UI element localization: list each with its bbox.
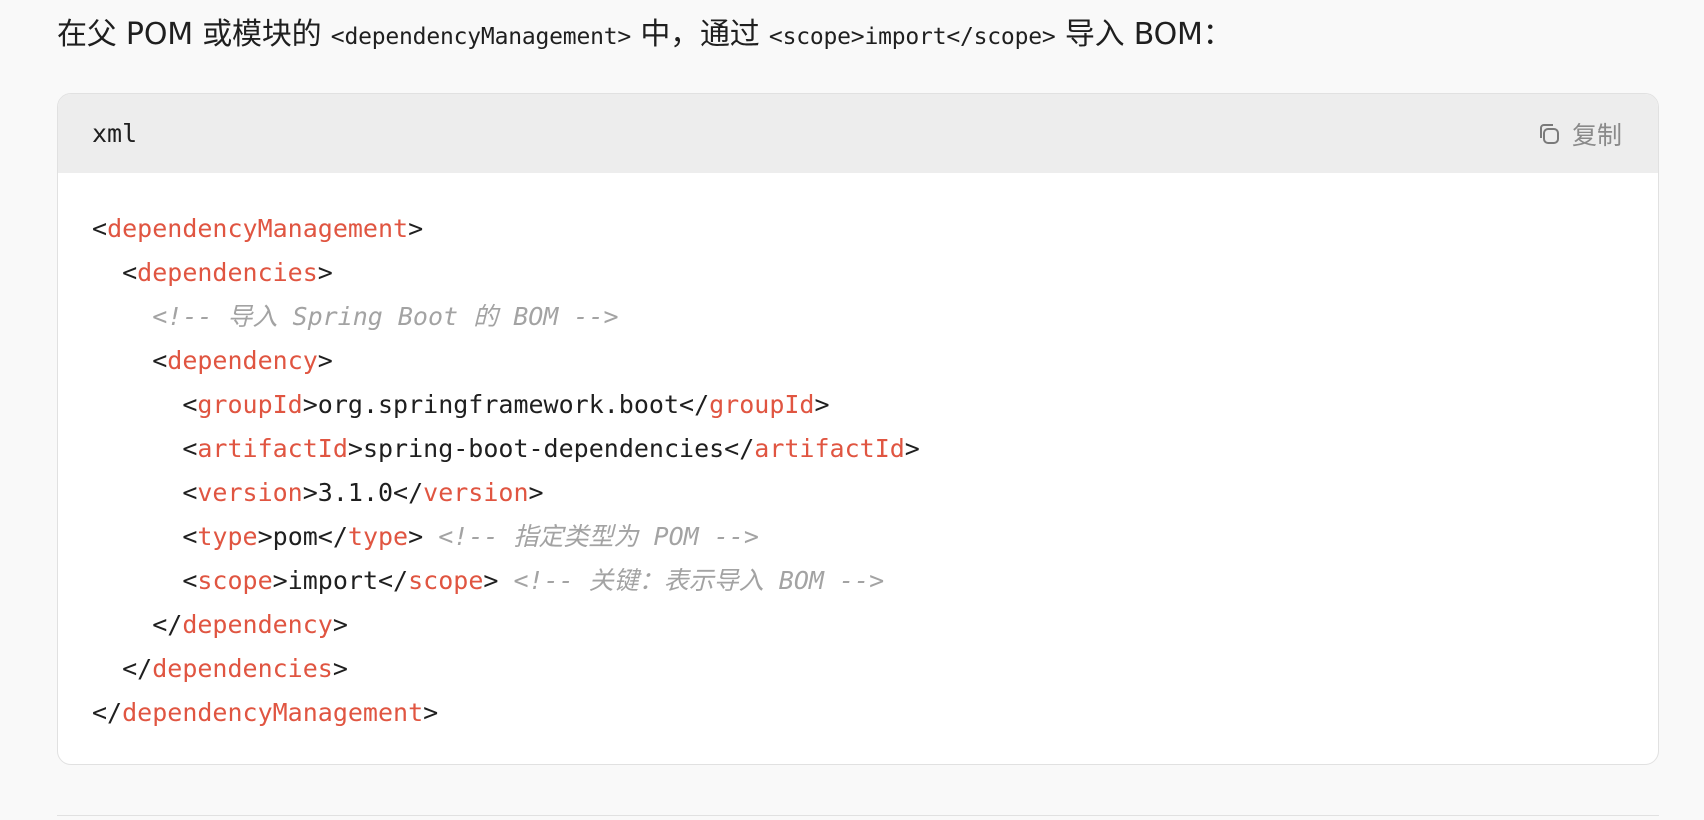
code-line: <!-- 导入 Spring Boot 的 BOM --> — [92, 295, 1624, 339]
code-comment: <!-- 关键：表示导入 BOM --> — [513, 566, 885, 595]
code-text: < — [92, 214, 108, 243]
code-language-label: xml — [92, 119, 138, 148]
code-tag-name: type — [347, 522, 409, 551]
intro-text-2: 中，通过 — [631, 17, 769, 52]
code-text: >spring-boot-dependencies</ — [347, 434, 755, 463]
code-text: < — [182, 522, 198, 551]
inline-code-dependency-management: <dependencyManagement> — [330, 24, 632, 50]
code-text: > — [332, 610, 348, 639]
code-text: < — [182, 566, 198, 595]
inline-code-scope-import: <scope>import</scope> — [768, 24, 1056, 50]
code-tag-name: dependency — [182, 610, 333, 639]
code-text: > — [408, 214, 424, 243]
intro-text-3: 导入 BOM： — [1055, 17, 1233, 52]
intro-paragraph: 在父 POM 或模块的 <dependencyManagement> 中，通过 … — [57, 12, 1233, 60]
code-line: </dependency> — [92, 603, 1624, 647]
copy-button[interactable]: 复制 — [1536, 116, 1622, 152]
code-tag-name: scope — [197, 566, 273, 595]
code-line: <scope>import</scope> <!-- 关键：表示导入 BOM -… — [92, 559, 1624, 603]
code-comment: <!-- 指定类型为 POM --> — [438, 522, 759, 551]
code-line: </dependencyManagement> — [92, 691, 1624, 735]
code-tag-name: version — [197, 478, 303, 507]
code-text: > — [408, 522, 439, 551]
code-text: > — [904, 434, 920, 463]
copy-button-label: 复制 — [1571, 120, 1622, 150]
code-tag-name: version — [423, 478, 529, 507]
code-line: <version>3.1.0</version> — [92, 471, 1624, 515]
intro-text-1: 在父 POM 或模块的 — [57, 17, 331, 52]
code-tag-name: dependencies — [137, 258, 318, 287]
code-text: </ — [122, 654, 153, 683]
code-text: >3.1.0</ — [302, 478, 424, 507]
code-tag-name: dependencies — [152, 654, 333, 683]
code-text: >import</ — [272, 566, 409, 595]
code-text: > — [423, 698, 439, 727]
code-tag-name: artifactId — [754, 434, 905, 463]
code-tag-name: dependency — [167, 346, 318, 375]
code-tag-name: scope — [408, 566, 484, 595]
divider — [57, 815, 1659, 816]
code-text: < — [122, 258, 138, 287]
code-tag-name: type — [197, 522, 258, 551]
code-text: < — [152, 346, 168, 375]
code-text: >pom</ — [257, 522, 348, 551]
code-line: <dependencies> — [92, 251, 1624, 295]
code-line: <artifactId>spring-boot-dependencies</ar… — [92, 427, 1624, 471]
code-text: > — [317, 258, 333, 287]
code-tag-name: groupId — [197, 390, 303, 419]
code-tag-name: dependencyManagement — [107, 214, 409, 243]
code-text: >org.springframework.boot</ — [302, 390, 710, 419]
code-tag-name: dependencyManagement — [122, 698, 424, 727]
code-text: < — [182, 434, 198, 463]
code-line: </dependencies> — [92, 647, 1624, 691]
code-text: > — [317, 346, 333, 375]
copy-icon — [1536, 121, 1562, 147]
code-comment: <!-- 导入 Spring Boot 的 BOM --> — [152, 302, 619, 331]
code-tag-name: artifactId — [197, 434, 348, 463]
code-block-header: xml 复制 — [58, 94, 1658, 173]
code-text: < — [182, 478, 198, 507]
code-line: <dependency> — [92, 339, 1624, 383]
code-line: <dependencyManagement> — [92, 207, 1624, 251]
code-line: <groupId>org.springframework.boot</group… — [92, 383, 1624, 427]
code-tag-name: groupId — [709, 390, 815, 419]
code-text: </ — [152, 610, 183, 639]
code-text: > — [528, 478, 544, 507]
code-text: > — [483, 566, 514, 595]
code-text: </ — [92, 698, 123, 727]
code-content: <dependencyManagement> <dependencies> <!… — [58, 173, 1658, 735]
code-text: < — [182, 390, 198, 419]
code-line: <type>pom</type> <!-- 指定类型为 POM --> — [92, 515, 1624, 559]
code-text: > — [332, 654, 348, 683]
code-text: > — [814, 390, 830, 419]
code-block: xml 复制 <dependencyManagement> <dependenc… — [57, 93, 1659, 765]
